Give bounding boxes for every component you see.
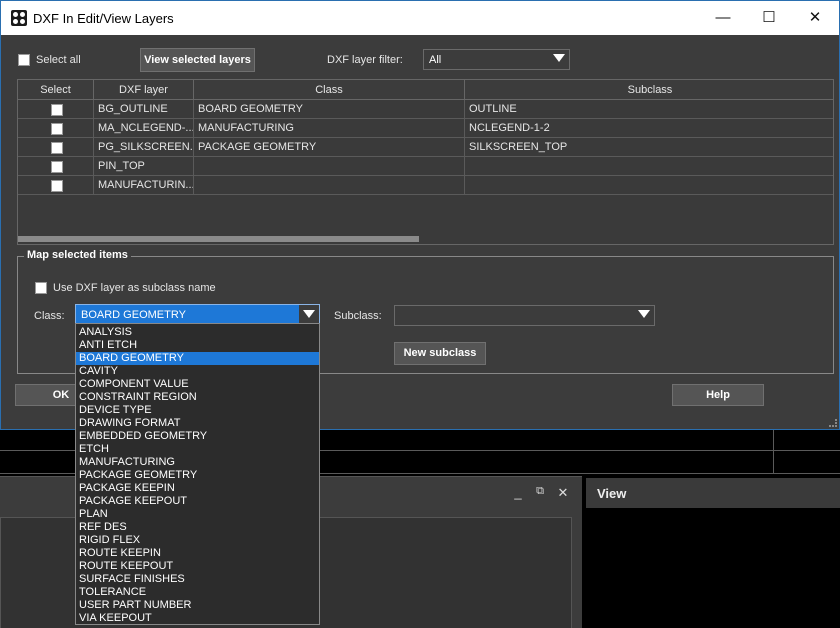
class-label: Class:	[34, 310, 65, 322]
dialog-title: DXF In Edit/View Layers	[33, 11, 174, 26]
chevron-down-icon	[638, 310, 650, 318]
row-class: PACKAGE GEOMETRY	[194, 138, 465, 157]
dropdown-option[interactable]: EMBEDDED GEOMETRY	[76, 430, 319, 443]
dropdown-option[interactable]: PACKAGE GEOMETRY	[76, 469, 319, 482]
dropdown-option[interactable]: RIGID FLEX	[76, 534, 319, 547]
row-checkbox[interactable]	[51, 123, 63, 135]
minimize-icon[interactable]: —	[700, 1, 746, 35]
row-class: BOARD GEOMETRY	[194, 100, 465, 119]
dropdown-option[interactable]: DEVICE TYPE	[76, 404, 319, 417]
bg-divider	[773, 430, 774, 474]
dialog-titlebar: DXF In Edit/View Layers — ☐ ✕	[1, 1, 839, 35]
class-value: BOARD GEOMETRY	[81, 309, 186, 321]
dropdown-option[interactable]: REF DES	[76, 521, 319, 534]
row-class: MANUFACTURING	[194, 119, 465, 138]
column-header-select[interactable]: Select	[18, 80, 94, 100]
subclass-label: Subclass:	[334, 310, 382, 322]
dropdown-option[interactable]: SURFACE FINISHES	[76, 573, 319, 586]
panel-close-icon[interactable]: ✕	[556, 485, 570, 501]
dropdown-option[interactable]: DRAWING FORMAT	[76, 417, 319, 430]
use-layer-as-subclass-checkbox[interactable]	[35, 282, 47, 294]
row-layer: PIN_TOP	[94, 157, 194, 176]
dropdown-option[interactable]: BOARD GEOMETRY	[76, 352, 319, 365]
dropdown-option[interactable]: ETCH	[76, 443, 319, 456]
view-selected-layers-button[interactable]: View selected layers	[140, 48, 255, 72]
row-checkbox[interactable]	[51, 104, 63, 116]
row-subclass: OUTLINE	[469, 103, 517, 115]
row-checkbox[interactable]	[51, 142, 63, 154]
row-select-cell	[18, 176, 94, 195]
maximize-icon[interactable]: ☐	[746, 1, 792, 35]
row-subclass	[465, 176, 833, 195]
column-header-class[interactable]: Class	[194, 80, 465, 100]
row-layer: BG_OUTLINE	[94, 100, 194, 119]
dropdown-option[interactable]: ANTI ETCH	[76, 339, 319, 352]
table-header: Select DXF layer Class Subclass	[18, 80, 833, 100]
dropdown-option[interactable]: USER PART NUMBER	[76, 599, 319, 612]
row-subclass: NCLEGEND-1-2	[469, 122, 550, 134]
group-title: Map selected items	[24, 249, 131, 261]
table-row[interactable]: MA_NCLEGEND-... MANUFACTURING NCLEGEND-1…	[18, 119, 833, 138]
row-checkbox[interactable]	[51, 161, 63, 173]
table-row[interactable]: PG_SILKSCREEN... PACKAGE GEOMETRY SILKSC…	[18, 138, 833, 157]
row-select-cell	[18, 138, 94, 157]
panel-restore-icon[interactable]: ⧉	[533, 485, 547, 498]
dropdown-option[interactable]: TOLERANCE	[76, 586, 319, 599]
row-subclass	[465, 157, 833, 176]
subclass-select[interactable]	[394, 305, 655, 326]
row-layer: MA_NCLEGEND-...	[94, 119, 194, 138]
row-select-cell	[18, 119, 94, 138]
dropdown-option[interactable]: ANALYSIS	[76, 326, 319, 339]
layer-filter-value: All	[429, 54, 442, 66]
row-select-cell	[18, 100, 94, 119]
app-icon	[11, 10, 27, 26]
class-select-arrow-box	[299, 305, 319, 324]
select-all-label: Select all	[36, 54, 81, 66]
dropdown-option[interactable]: PACKAGE KEEPOUT	[76, 495, 319, 508]
class-select[interactable]: BOARD GEOMETRY	[75, 304, 320, 325]
view-panel: View	[586, 478, 840, 628]
column-header-subclass[interactable]: Subclass	[465, 80, 833, 100]
table-row[interactable]: MANUFACTURIN...	[18, 176, 833, 195]
class-dropdown-list: ANALYSIS ANTI ETCH BOARD GEOMETRY CAVITY COM…	[75, 323, 320, 625]
new-subclass-button[interactable]: New subclass	[394, 342, 486, 365]
row-checkbox[interactable]	[51, 180, 63, 192]
row-select-cell	[18, 157, 94, 176]
chevron-down-icon	[303, 310, 315, 318]
column-header-layer[interactable]: DXF layer	[94, 80, 194, 100]
table-row[interactable]: BG_OUTLINE BOARD GEOMETRY OUTLINE	[18, 100, 833, 119]
dropdown-option[interactable]: CONSTRAINT REGION	[76, 391, 319, 404]
row-layer: MANUFACTURIN...	[94, 176, 194, 195]
resize-grip-icon[interactable]	[829, 419, 837, 427]
row-layer: PG_SILKSCREEN...	[94, 138, 194, 157]
dropdown-option[interactable]: ROUTE KEEPIN	[76, 547, 319, 560]
row-subclass: SILKSCREEN_TOP	[469, 141, 568, 153]
use-layer-as-subclass-label: Use DXF layer as subclass name	[53, 282, 216, 294]
dropdown-option[interactable]: COMPONENT VALUE	[76, 378, 319, 391]
layer-table: Select DXF layer Class Subclass BG_OUTLI…	[17, 79, 834, 245]
table-row[interactable]: PIN_TOP	[18, 157, 833, 176]
row-class	[194, 157, 465, 176]
dropdown-option[interactable]: CAVITY	[76, 365, 319, 378]
horizontal-scrollbar[interactable]	[18, 236, 419, 242]
dropdown-option[interactable]: PLAN	[76, 508, 319, 521]
dropdown-option[interactable]: PACKAGE KEEPIN	[76, 482, 319, 495]
dropdown-option[interactable]: ROUTE KEEPOUT	[76, 560, 319, 573]
chevron-down-icon	[553, 54, 565, 62]
close-icon[interactable]: ✕	[792, 1, 838, 35]
view-panel-title: View	[586, 478, 840, 508]
panel-minimize-icon[interactable]: _	[511, 485, 525, 500]
filter-label: DXF layer filter:	[327, 54, 403, 66]
row-class	[194, 176, 465, 195]
help-button[interactable]: Help	[672, 384, 764, 406]
dropdown-option[interactable]: MANUFACTURING	[76, 456, 319, 469]
dropdown-option[interactable]: VIA KEEPOUT	[76, 612, 319, 625]
select-all-checkbox[interactable]	[18, 54, 30, 66]
layer-filter-select[interactable]: All	[423, 49, 570, 70]
